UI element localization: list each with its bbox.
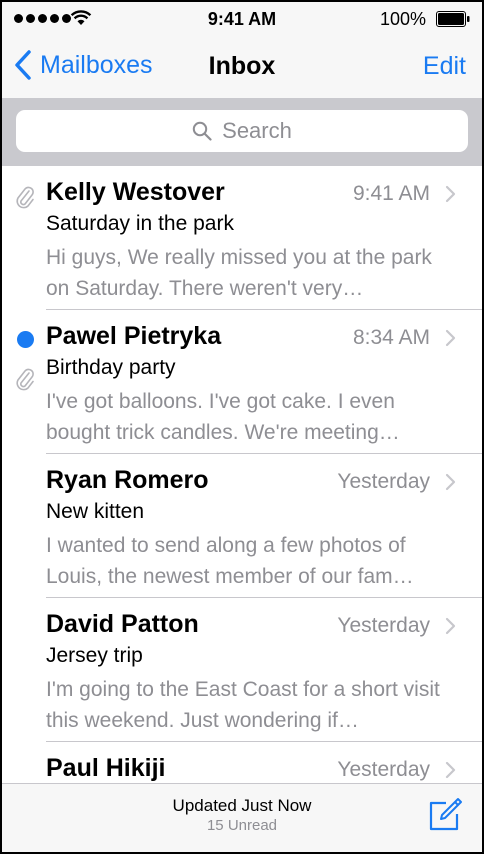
unread-count: 15 Unread [206,817,278,834]
search-input[interactable]: Search [16,110,468,152]
search-bar-area: Search [2,98,482,166]
message-time: 8:34 AM [352,326,430,349]
message-time: 9:41 AM [352,182,430,205]
message-preview: I wanted to send along a few photos of L… [46,534,414,588]
chevron-right-icon [445,329,456,347]
search-icon [192,121,212,141]
message-sender: David Patton [46,610,199,638]
mail-app: 9:41 AM 100% Mailboxes Inbox Edit Search [2,2,482,852]
paperclip-icon [16,186,34,209]
update-status: Updated Just Now [172,796,312,815]
battery-percentage: 100% [379,9,426,29]
battery-icon [436,11,470,27]
message-time: Yesterday [337,758,430,781]
chevron-right-icon [445,617,456,635]
unread-dot-icon [17,331,34,348]
message-row[interactable]: Pawel Pietryka 8:34 AM Birthday party I'… [2,310,482,454]
status-bar: 9:41 AM 100% [2,2,482,36]
chevron-right-icon [445,473,456,491]
message-time: Yesterday [337,614,430,637]
search-placeholder: Search [222,118,292,143]
message-sender: Ryan Romero [46,466,209,494]
page-title: Inbox [208,52,276,80]
message-subject: Saturday in the park [46,212,234,235]
message-time: Yesterday [337,470,430,493]
message-subject: Jersey trip [46,644,143,667]
message-row[interactable]: Ryan Romero Yesterday New kitten I wante… [2,454,482,598]
chevron-right-icon [445,185,456,203]
message-subject: New kitten [46,500,145,523]
message-preview: Hi guys, We really missed you at the par… [46,246,432,300]
bottom-toolbar: Updated Just Now 15 Unread [2,783,482,852]
compose-icon[interactable] [426,796,464,834]
message-row[interactable]: David Patton Yesterday Jersey trip I'm g… [2,598,482,742]
edit-button[interactable]: Edit [423,52,466,81]
chevron-right-icon [445,761,456,779]
message-subject: Birthday party [46,356,176,379]
message-sender: Kelly Westover [46,178,225,206]
message-list: Kelly Westover 9:41 AM Saturday in the p… [2,166,482,784]
message-row[interactable]: Kelly Westover 9:41 AM Saturday in the p… [2,166,482,310]
paperclip-icon [16,368,34,391]
message-row[interactable]: Paul Hikiji Yesterday [2,742,482,784]
message-sender: Pawel Pietryka [46,322,222,350]
message-sender: Paul Hikiji [46,754,166,782]
message-preview: I've got balloons. I've got cake. I even… [46,390,400,444]
navigation-bar: Mailboxes Inbox Edit [2,36,482,98]
message-preview: I'm going to the East Coast for a short … [46,678,440,732]
